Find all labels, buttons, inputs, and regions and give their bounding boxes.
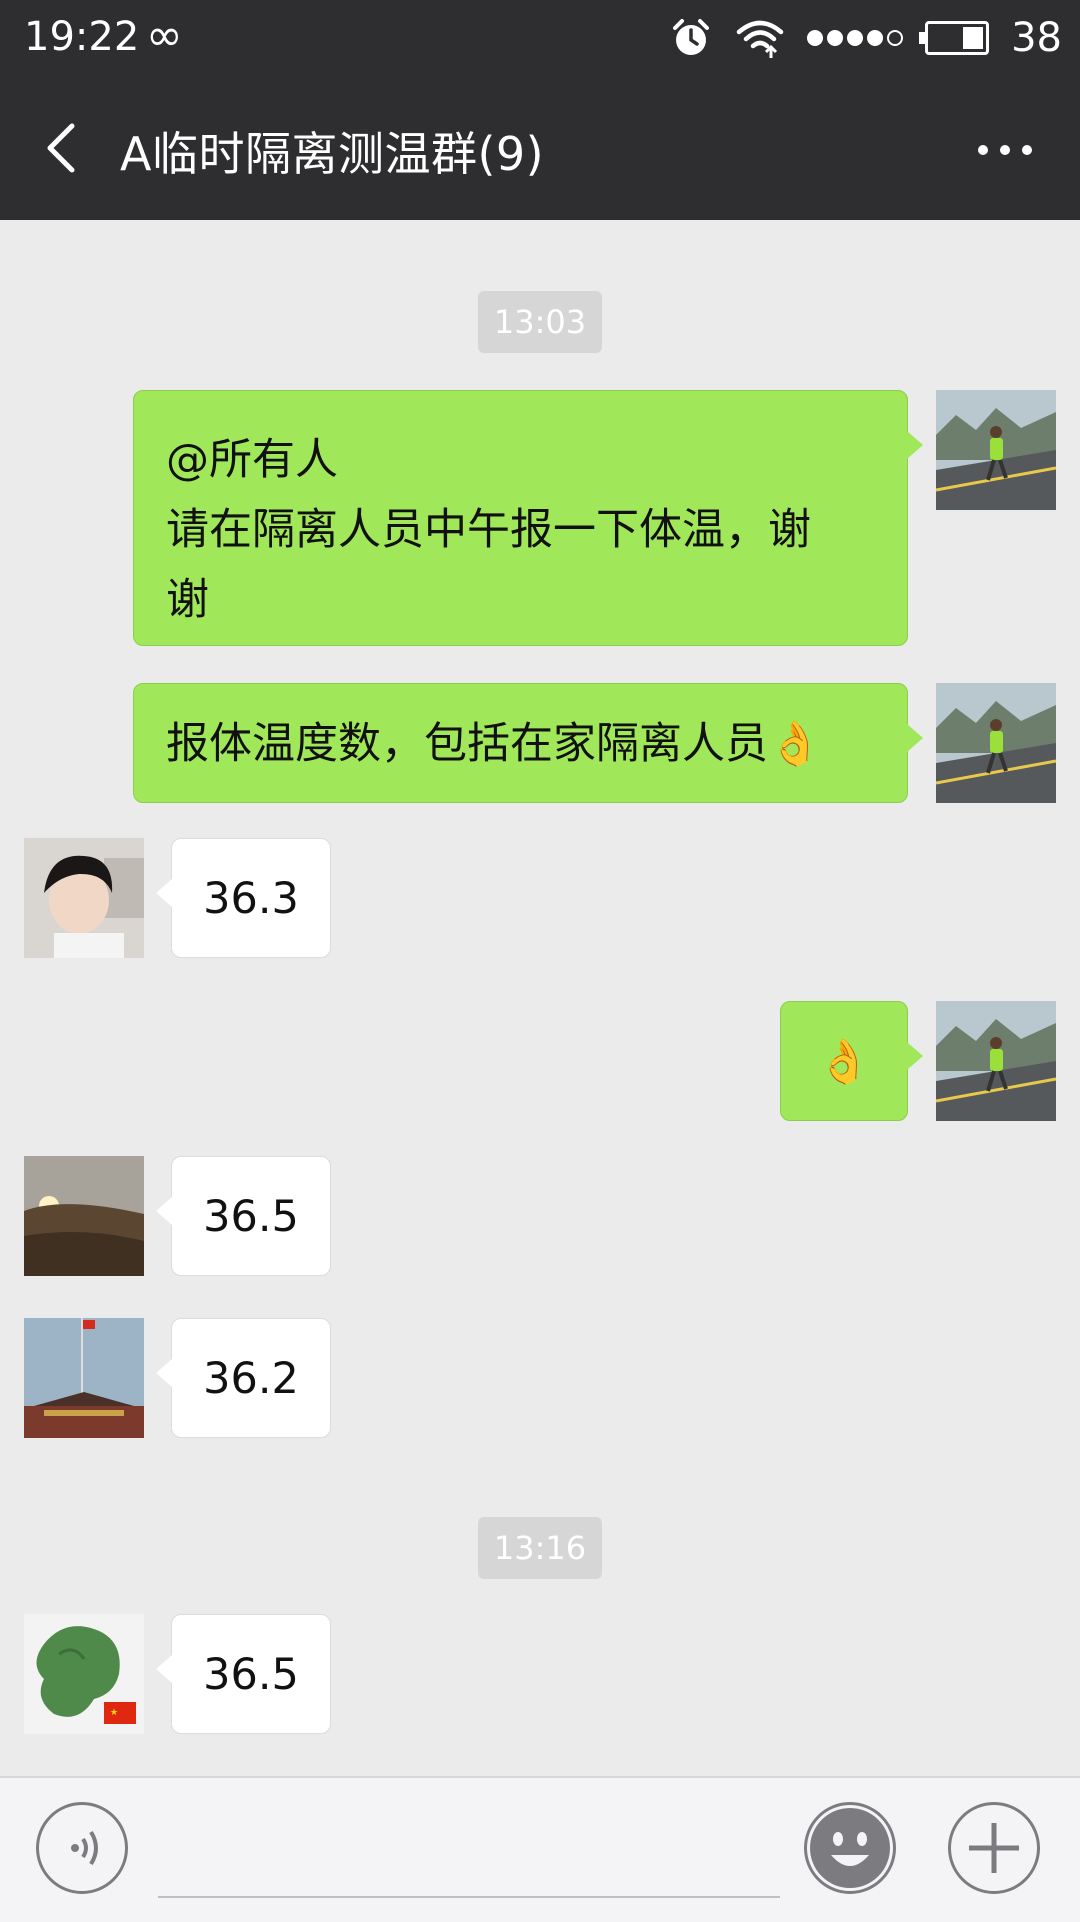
message-text: 36.3 [203, 874, 299, 924]
sunset-avatar[interactable] [24, 1156, 144, 1276]
my-message-bubble[interactable]: 报体温度数，包括在家隔离人员👌 [133, 683, 923, 803]
plus-icon [969, 1823, 1019, 1873]
emoji-icon [810, 1808, 890, 1888]
signal-strength-icon [807, 30, 904, 46]
more-options-button[interactable] [970, 130, 1040, 170]
wifi-icon [736, 20, 784, 58]
runner-avatar[interactable] [936, 683, 1056, 803]
chat-title: A临时隔离测温群(9) [120, 127, 545, 181]
other-message-bubble[interactable]: 36.5 [156, 1614, 331, 1734]
my-message-bubble[interactable]: 👌 [780, 1001, 923, 1121]
tiananmen-avatar[interactable] [24, 1318, 144, 1438]
status-bar: 19:22 ∞ 38 [0, 0, 1080, 76]
status-right: 38 [669, 10, 1062, 66]
timestamp: 13:03 [478, 291, 602, 353]
status-time: 19:22 [24, 14, 140, 60]
my-message-bubble[interactable]: @所有人 请在隔离人员中午报一下体温，谢 谢 [133, 390, 923, 646]
svg-text:★: ★ [110, 1708, 118, 1718]
other-message-bubble[interactable]: 36.2 [156, 1318, 331, 1438]
other-message-bubble[interactable]: 36.3 [156, 838, 331, 958]
alarm-icon [673, 19, 710, 55]
other-message-bubble[interactable]: 36.5 [156, 1156, 331, 1276]
runner-avatar[interactable] [936, 1001, 1056, 1121]
message-text: @所有人 请在隔离人员中午报一下体温，谢 谢 [166, 435, 811, 625]
back-arrow-icon[interactable] [34, 118, 94, 178]
message-text: 👌 [817, 1037, 871, 1087]
timestamp: 13:16 [478, 1517, 602, 1579]
chat-header: A临时隔离测温群(9) [0, 76, 1080, 220]
message-input[interactable] [158, 1896, 780, 1898]
emoji-button[interactable] [804, 1802, 896, 1894]
runner-avatar[interactable] [936, 390, 1056, 510]
voice-icon [71, 1830, 98, 1866]
message-text: 36.5 [203, 1650, 299, 1700]
message-text: 报体温度数，包括在家隔离人员👌 [166, 719, 822, 769]
infinity-icon: ∞ [146, 10, 183, 61]
battery-level: 38 [1011, 15, 1062, 61]
message-text: 36.2 [203, 1354, 299, 1404]
chat-input-bar [0, 1776, 1080, 1922]
map-flag-avatar[interactable]: ★ [24, 1614, 144, 1734]
girl-avatar[interactable] [24, 838, 144, 958]
voice-button[interactable] [36, 1802, 128, 1894]
message-text: 36.5 [203, 1192, 299, 1242]
plus-button[interactable] [948, 1802, 1040, 1894]
battery-icon [919, 21, 990, 55]
